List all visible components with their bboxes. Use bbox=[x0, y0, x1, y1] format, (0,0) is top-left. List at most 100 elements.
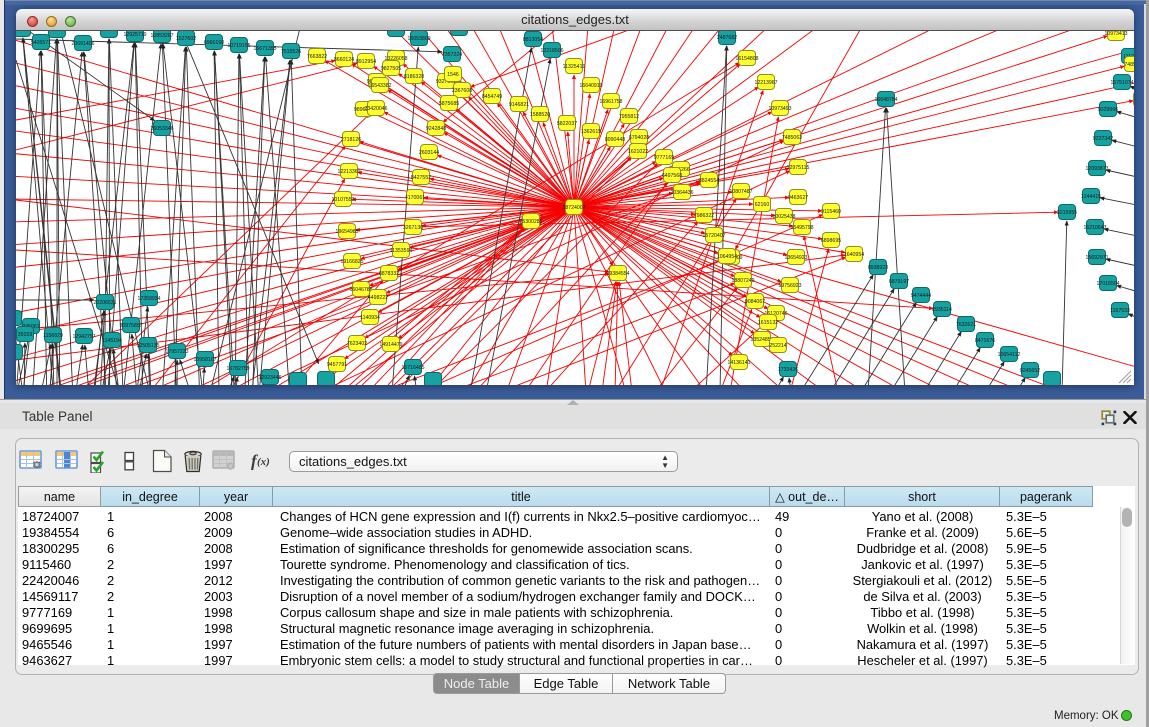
svg-text:2718126: 2718126 bbox=[341, 137, 361, 143]
svg-text:62160: 62160 bbox=[755, 202, 770, 208]
svg-text:16782759: 16782759 bbox=[226, 366, 249, 372]
svg-text:3215955: 3215955 bbox=[1057, 210, 1077, 216]
svg-text:1588520: 1588520 bbox=[530, 112, 550, 118]
svg-text:18724007: 18724007 bbox=[562, 205, 585, 211]
svg-text:9329966: 9329966 bbox=[1098, 107, 1118, 113]
svg-text:6966160: 6966160 bbox=[204, 40, 224, 46]
svg-text:6879197: 6879197 bbox=[889, 279, 909, 285]
svg-text:9242848: 9242848 bbox=[426, 126, 446, 132]
svg-text:1064954: 1064954 bbox=[717, 254, 737, 260]
svg-text:10958107: 10958107 bbox=[193, 357, 216, 363]
svg-text:9463627: 9463627 bbox=[788, 195, 808, 201]
svg-text:19756923: 19756923 bbox=[778, 283, 801, 289]
svg-text:1621022: 1621022 bbox=[628, 149, 648, 155]
svg-text:12213369: 12213369 bbox=[337, 169, 360, 175]
svg-text:30975857: 30975857 bbox=[119, 323, 142, 329]
svg-text:9777169: 9777169 bbox=[654, 155, 674, 161]
svg-text:12975115: 12975115 bbox=[787, 165, 810, 171]
svg-text:6898695: 6898695 bbox=[821, 238, 841, 244]
svg-text:16671355: 16671355 bbox=[253, 46, 276, 52]
svg-text:12923446: 12923446 bbox=[258, 375, 281, 381]
svg-text:17016504: 17016504 bbox=[1096, 281, 1119, 287]
svg-text:1167533: 1167533 bbox=[1110, 308, 1130, 314]
svg-text:8813054: 8813054 bbox=[523, 37, 543, 43]
svg-text:3267130: 3267130 bbox=[403, 225, 423, 231]
svg-text:13654923: 13654923 bbox=[784, 255, 807, 261]
svg-text:12925719: 12925719 bbox=[123, 32, 146, 38]
svg-text:7515526: 7515526 bbox=[281, 49, 301, 55]
svg-text:8471676: 8471676 bbox=[975, 338, 995, 344]
svg-text:15720407: 15720407 bbox=[702, 233, 725, 239]
svg-text:10973493: 10973493 bbox=[768, 106, 791, 112]
svg-text:39159: 39159 bbox=[18, 332, 33, 338]
svg-text:8878332: 8878332 bbox=[379, 271, 399, 277]
svg-text:9146821: 9146821 bbox=[509, 102, 529, 108]
svg-text:4170061: 4170061 bbox=[405, 195, 425, 201]
svg-text:1615132: 1615132 bbox=[758, 320, 778, 326]
svg-text:252214: 252214 bbox=[769, 343, 786, 349]
svg-text:1362615: 1362615 bbox=[581, 129, 601, 135]
svg-text:6794028: 6794028 bbox=[629, 135, 649, 141]
svg-text:25300285: 25300285 bbox=[519, 219, 542, 225]
svg-text:4498222: 4498222 bbox=[368, 295, 388, 301]
svg-text:11353594: 11353594 bbox=[390, 248, 413, 254]
svg-text:10853267: 10853267 bbox=[150, 33, 173, 39]
svg-text:16210643: 16210643 bbox=[1083, 225, 1106, 231]
svg-text:5405571: 5405571 bbox=[31, 40, 51, 46]
svg-text:12213967: 12213967 bbox=[754, 80, 777, 86]
svg-text:9457791: 9457791 bbox=[327, 362, 347, 368]
svg-text:8454749: 8454749 bbox=[482, 94, 502, 100]
svg-text:19166825: 19166825 bbox=[340, 259, 363, 265]
svg-text:10025438: 10025438 bbox=[772, 214, 795, 220]
svg-text:2487682: 2487682 bbox=[717, 35, 737, 41]
svg-text:9084067: 9084067 bbox=[745, 299, 765, 305]
svg-text:19654985: 19654985 bbox=[335, 229, 358, 235]
svg-text:17359934: 17359934 bbox=[137, 296, 160, 302]
svg-text:15692971: 15692971 bbox=[1085, 255, 1108, 261]
svg-text:2603144: 2603144 bbox=[419, 150, 439, 156]
svg-text:10654112: 10654112 bbox=[998, 352, 1021, 358]
svg-text:1156829: 1156829 bbox=[43, 333, 63, 339]
svg-text:8186328: 8186328 bbox=[404, 74, 424, 80]
svg-text:15751074: 15751074 bbox=[1110, 80, 1133, 86]
svg-text:3824554: 3824554 bbox=[699, 178, 719, 184]
svg-text:1140934: 1140934 bbox=[360, 315, 380, 321]
svg-text:7955812: 7955812 bbox=[619, 114, 639, 120]
svg-text:10973413: 10973413 bbox=[1104, 31, 1127, 37]
svg-text:20206531: 20206531 bbox=[93, 300, 116, 306]
svg-text:14136141: 14136141 bbox=[727, 360, 750, 366]
svg-text:1546: 1546 bbox=[447, 72, 459, 78]
svg-text:7357224: 7357224 bbox=[442, 52, 462, 58]
svg-text:9474444: 9474444 bbox=[911, 293, 931, 299]
svg-text:9227342: 9227342 bbox=[1093, 136, 1113, 142]
svg-text:10719155: 10719155 bbox=[227, 43, 250, 49]
svg-text:18807249: 18807249 bbox=[731, 278, 754, 284]
svg-text:12505135: 12505135 bbox=[136, 343, 159, 349]
svg-text:7623402: 7623402 bbox=[347, 341, 367, 347]
svg-text:1244415: 1244415 bbox=[1081, 194, 1101, 200]
svg-text:8990448: 8990448 bbox=[605, 137, 625, 143]
svg-text:9827505: 9827505 bbox=[381, 66, 401, 72]
svg-text:5822037: 5822037 bbox=[557, 121, 577, 127]
svg-text:11325419: 11325419 bbox=[563, 64, 586, 70]
svg-text:5875685: 5875685 bbox=[439, 101, 459, 107]
svg-text:16543382: 16543382 bbox=[368, 83, 391, 89]
svg-text:1733426: 1733426 bbox=[778, 367, 798, 373]
svg-text:1145194: 1145194 bbox=[102, 338, 122, 344]
svg-text:748506: 748506 bbox=[1124, 62, 1134, 68]
svg-text:9115460: 9115460 bbox=[821, 209, 841, 215]
svg-text:16154808: 16154808 bbox=[735, 56, 758, 62]
svg-text:6497568: 6497568 bbox=[662, 173, 682, 179]
svg-text:8938923: 8938923 bbox=[868, 265, 888, 271]
svg-text:7663822: 7663822 bbox=[307, 54, 327, 60]
svg-text:1527602: 1527602 bbox=[176, 36, 196, 42]
svg-text:7986322: 7986322 bbox=[694, 213, 714, 219]
svg-text:12942757: 12942757 bbox=[72, 334, 95, 340]
svg-text:9245652: 9245652 bbox=[1020, 368, 1040, 374]
svg-text:12093873: 12093873 bbox=[1085, 166, 1108, 172]
svg-text:8427552: 8427552 bbox=[411, 175, 431, 181]
svg-text:20691406: 20691406 bbox=[71, 41, 94, 47]
svg-text:15716485: 15716485 bbox=[401, 365, 424, 371]
svg-text:12218506: 12218506 bbox=[540, 48, 563, 54]
svg-text:1640954: 1640954 bbox=[844, 252, 864, 258]
